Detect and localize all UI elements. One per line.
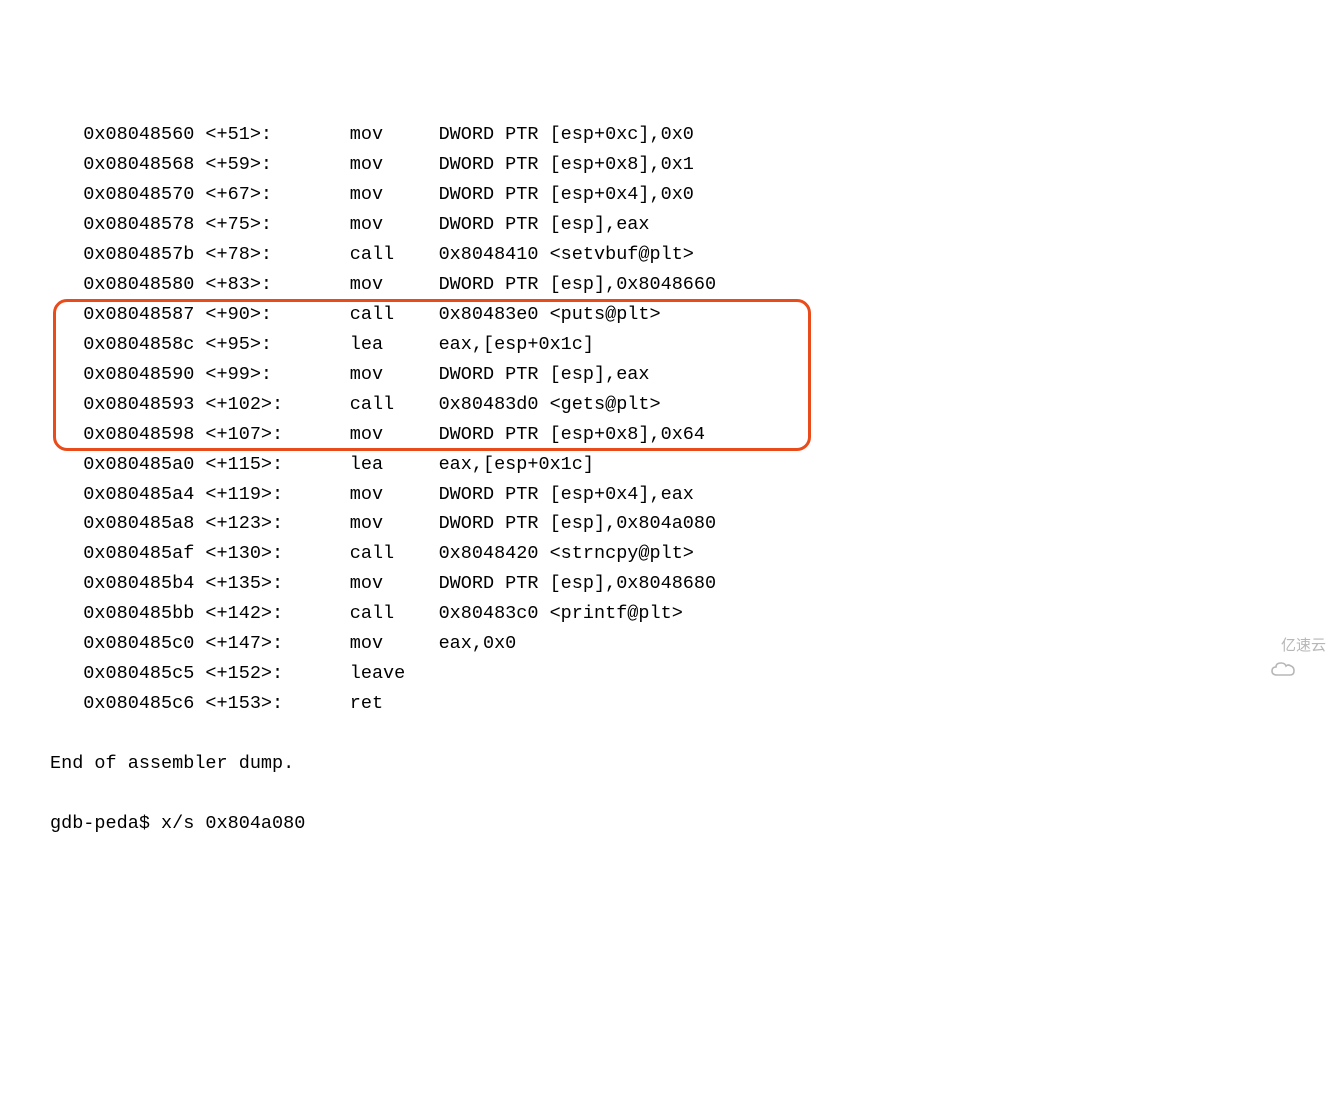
asm-instruction-row: 0x080485af <+130>: call 0x8048420 <strnc… <box>50 539 1340 569</box>
asm-instruction-row: 0x080485a8 <+123>: mov DWORD PTR [esp],0… <box>50 509 1340 539</box>
asm-instruction-row: 0x0804857b <+78>: call 0x8048410 <setvbu… <box>50 240 1340 270</box>
end-of-dump: End of assembler dump. <box>50 749 1340 779</box>
asm-instruction-row: 0x08048590 <+99>: mov DWORD PTR [esp],ea… <box>50 360 1340 390</box>
asm-instruction-row: 0x08048587 <+90>: call 0x80483e0 <puts@p… <box>50 300 1340 330</box>
asm-instruction-row: 0x080485a4 <+119>: mov DWORD PTR [esp+0x… <box>50 480 1340 510</box>
asm-instruction-row: 0x08048580 <+83>: mov DWORD PTR [esp],0x… <box>50 270 1340 300</box>
gdb-prompt[interactable]: gdb-peda$ x/s 0x804a080 <box>50 809 1340 839</box>
asm-instruction-row: 0x08048560 <+51>: mov DWORD PTR [esp+0xc… <box>50 120 1340 150</box>
asm-instruction-row: 0x080485a0 <+115>: lea eax,[esp+0x1c] <box>50 450 1340 480</box>
asm-instruction-row: 0x080485c5 <+152>: leave <box>50 659 1340 689</box>
asm-instruction-row: 0x08048593 <+102>: call 0x80483d0 <gets@… <box>50 390 1340 420</box>
asm-instruction-row: 0x08048598 <+107>: mov DWORD PTR [esp+0x… <box>50 420 1340 450</box>
asm-instruction-row: 0x080485bb <+142>: call 0x80483c0 <print… <box>50 599 1340 629</box>
asm-instruction-row: 0x080485c0 <+147>: mov eax,0x0 <box>50 629 1340 659</box>
disassembly-listing: 0x08048560 <+51>: mov DWORD PTR [esp+0xc… <box>50 120 1340 719</box>
asm-instruction-row: 0x08048570 <+67>: mov DWORD PTR [esp+0x4… <box>50 180 1340 210</box>
asm-instruction-row: 0x08048578 <+75>: mov DWORD PTR [esp],ea… <box>50 210 1340 240</box>
asm-instruction-row: 0x080485c6 <+153>: ret <box>50 689 1340 719</box>
asm-instruction-row: 0x0804858c <+95>: lea eax,[esp+0x1c] <box>50 330 1340 360</box>
asm-instruction-row: 0x08048568 <+59>: mov DWORD PTR [esp+0x8… <box>50 150 1340 180</box>
asm-instruction-row: 0x080485b4 <+135>: mov DWORD PTR [esp],0… <box>50 569 1340 599</box>
